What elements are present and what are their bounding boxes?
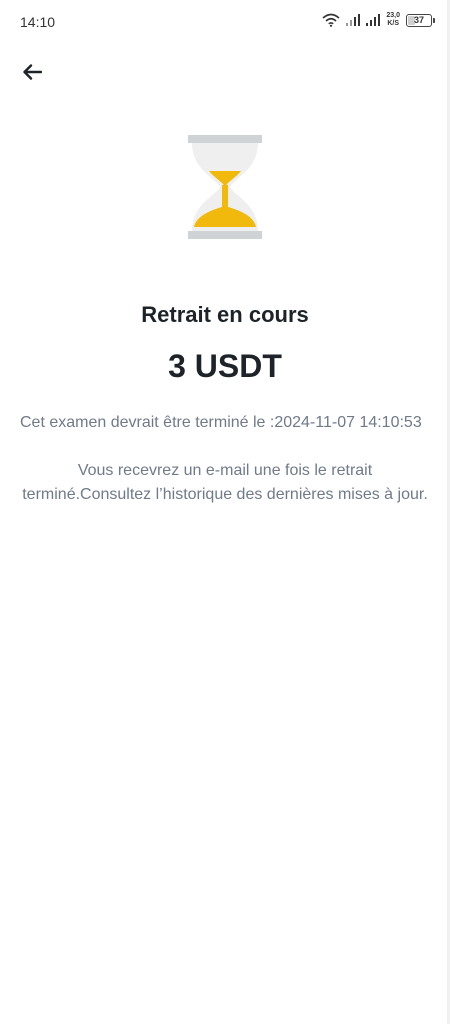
battery-level: 37 — [413, 14, 424, 25]
network-speed: 23,0 K/S — [386, 12, 400, 28]
wifi-icon — [322, 13, 340, 27]
withdrawal-amount: 3 USDT — [168, 348, 282, 384]
hourglass-icon — [188, 135, 262, 239]
signal-icon-2 — [366, 14, 381, 26]
network-speed-value: 23,0 — [386, 12, 400, 19]
network-speed-unit: K/S — [387, 20, 400, 27]
signal-icon — [346, 14, 361, 26]
back-button[interactable] — [16, 58, 48, 86]
arrow-left-icon — [23, 64, 42, 80]
status-icons: 23,0 K/S 37 — [322, 12, 435, 28]
email-notice-text: Vous recevrez un e-mail une fois le retr… — [22, 462, 428, 503]
battery-icon: 37 — [406, 13, 435, 27]
withdrawal-status-title: Retrait en cours — [141, 302, 309, 327]
status-bar: 14:10 23,0 K/S 37 — [0, 0, 450, 44]
status-time: 14:10 — [20, 14, 56, 30]
estimated-completion-text: Cet examen devrait être terminé le :2024… — [20, 414, 422, 431]
